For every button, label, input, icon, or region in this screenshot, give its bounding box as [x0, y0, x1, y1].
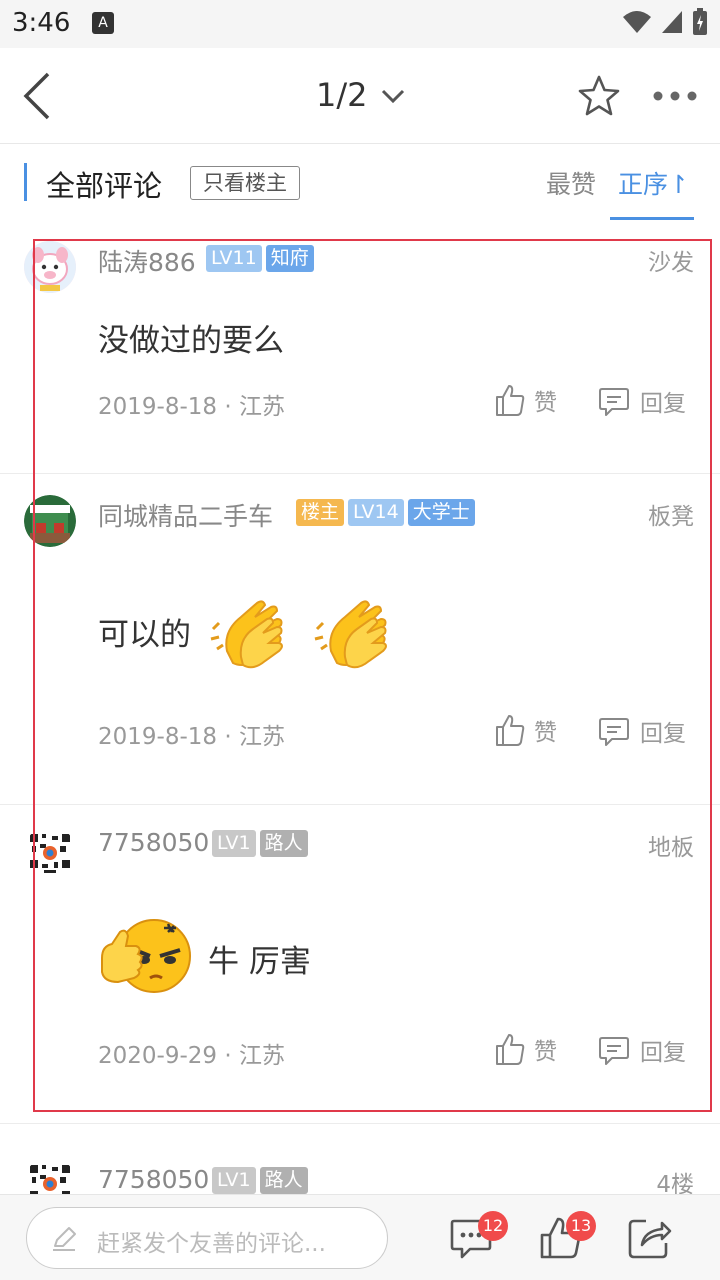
- section-accent: [24, 163, 27, 201]
- comment-text: 可以的: [98, 591, 399, 671]
- bottom-action-bar: 赶紧发个友善的评论... 12 13: [0, 1194, 720, 1280]
- comment-text: 没做过的要么: [98, 315, 284, 360]
- owner-only-button[interactable]: 只看楼主: [190, 166, 300, 200]
- reply-button[interactable]: 回复: [598, 384, 686, 418]
- like-label: 赞: [534, 1039, 557, 1065]
- floor-label: 沙发: [648, 250, 694, 276]
- comment-input-placeholder: 赶紧发个友善的评论...: [97, 1231, 326, 1257]
- reply-label: 回复: [640, 721, 686, 747]
- clapping-hands-emoji-icon: [210, 600, 283, 669]
- share-icon[interactable]: [626, 1215, 672, 1261]
- level-badge: LV1: [212, 830, 256, 857]
- sort-order-tab[interactable]: 正序↾: [618, 165, 689, 201]
- thumbs-up-icon: [496, 715, 525, 746]
- comment-author[interactable]: 陆涛886: [98, 243, 196, 279]
- thumbs-up-face-emoji-icon: [101, 919, 191, 993]
- comment-text-content: 没做过的要么: [98, 323, 284, 359]
- thumbs-up-icon: [496, 385, 525, 416]
- more-icon[interactable]: [652, 90, 698, 102]
- level-badge: LV1: [212, 1167, 256, 1194]
- avatar[interactable]: [24, 826, 76, 878]
- comment-meta: 2019-8-18 · 江苏: [98, 394, 285, 420]
- like-button[interactable]: 赞: [494, 1032, 557, 1066]
- avatar[interactable]: [24, 495, 76, 547]
- comment-meta: 2019-8-18 · 江苏: [98, 724, 285, 750]
- status-icons: [622, 8, 708, 36]
- all-comments-title: 全部评论: [46, 169, 163, 203]
- user-badges: LV11 知府: [206, 245, 314, 272]
- level-badge: LV11: [206, 245, 262, 272]
- user-badges: LV1 路人: [212, 1167, 308, 1194]
- title-badge: 路人: [259, 830, 308, 857]
- title-badge: 路人: [259, 1167, 308, 1194]
- comment-author[interactable]: 7758050: [98, 828, 209, 857]
- comment-text-content: 可以的: [98, 616, 191, 653]
- battery-icon: [693, 8, 707, 35]
- comment-author[interactable]: 同城精品二手车: [98, 497, 273, 533]
- like-button[interactable]: 赞: [494, 713, 557, 747]
- title-badge: 知府: [265, 245, 314, 272]
- reply-label: 回复: [640, 391, 686, 417]
- avatar[interactable]: [24, 1157, 76, 1195]
- title-badge: 大学士: [407, 499, 475, 526]
- comment-item[interactable]: 7758050 LV1 路人 4楼: [0, 1125, 720, 1195]
- like-button[interactable]: 赞: [494, 383, 557, 417]
- like-label: 赞: [534, 390, 557, 416]
- comment-item[interactable]: 陆涛886 LV11 知府 沙发 没做过的要么 2019-8-18 · 江苏 赞…: [0, 221, 720, 474]
- avatar[interactable]: [24, 241, 76, 293]
- floor-label: 板凳: [648, 504, 694, 530]
- reply-button[interactable]: 回复: [598, 714, 686, 748]
- chevron-down-icon[interactable]: [380, 86, 406, 106]
- sort-hot-tab[interactable]: 最赞: [546, 165, 596, 201]
- comment-input[interactable]: 赶紧发个友善的评论...: [26, 1207, 388, 1269]
- comment-meta: 2020-9-29 · 江苏: [98, 1043, 285, 1069]
- back-arrow-icon[interactable]: [16, 70, 60, 122]
- comment-filter-bar: 全部评论 只看楼主 最赞 正序↾: [0, 145, 720, 221]
- reply-button[interactable]: 回复: [598, 1033, 686, 1067]
- status-time: 3:46: [12, 8, 71, 38]
- floor-label: 4楼: [656, 1172, 694, 1195]
- signal-icon: [662, 11, 682, 33]
- reply-icon: [599, 718, 629, 746]
- comment-count-badge: 12: [478, 1211, 508, 1241]
- comment-item[interactable]: 7758050 LV1 路人 地板 牛 厉害 2020-9-29 · 江苏 赞 …: [0, 806, 720, 1124]
- active-tab-underline: [610, 217, 694, 220]
- accessibility-icon: A: [92, 12, 114, 34]
- reply-icon: [599, 388, 629, 416]
- owner-badge: 楼主: [296, 499, 345, 526]
- reply-label: 回复: [640, 1040, 686, 1066]
- level-badge: LV14: [348, 499, 404, 526]
- comment-author[interactable]: 7758050: [98, 1165, 209, 1194]
- status-bar: 3:46 A: [0, 0, 720, 48]
- pencil-icon: [53, 1227, 76, 1251]
- page-indicator[interactable]: 1/2: [316, 76, 368, 114]
- user-badges: LV1 路人: [212, 830, 308, 857]
- star-icon[interactable]: [576, 74, 622, 118]
- comment-item[interactable]: 同城精品二手车 楼主 LV14 大学士 板凳 可以的 2019-8-18 · 江…: [0, 475, 720, 805]
- comment-text: 牛 厉害: [98, 916, 311, 1000]
- clapping-hands-emoji-icon: [314, 600, 387, 669]
- like-label: 赞: [534, 720, 557, 746]
- nav-bar: 1/2: [0, 48, 720, 144]
- user-badges: 楼主 LV14 大学士: [296, 499, 475, 526]
- like-count-badge: 13: [566, 1211, 596, 1241]
- reply-icon: [599, 1037, 629, 1065]
- floor-label: 地板: [648, 835, 694, 861]
- thumbs-up-icon: [496, 1034, 525, 1065]
- comment-text-content: 牛 厉害: [208, 943, 311, 980]
- wifi-icon: [623, 11, 651, 33]
